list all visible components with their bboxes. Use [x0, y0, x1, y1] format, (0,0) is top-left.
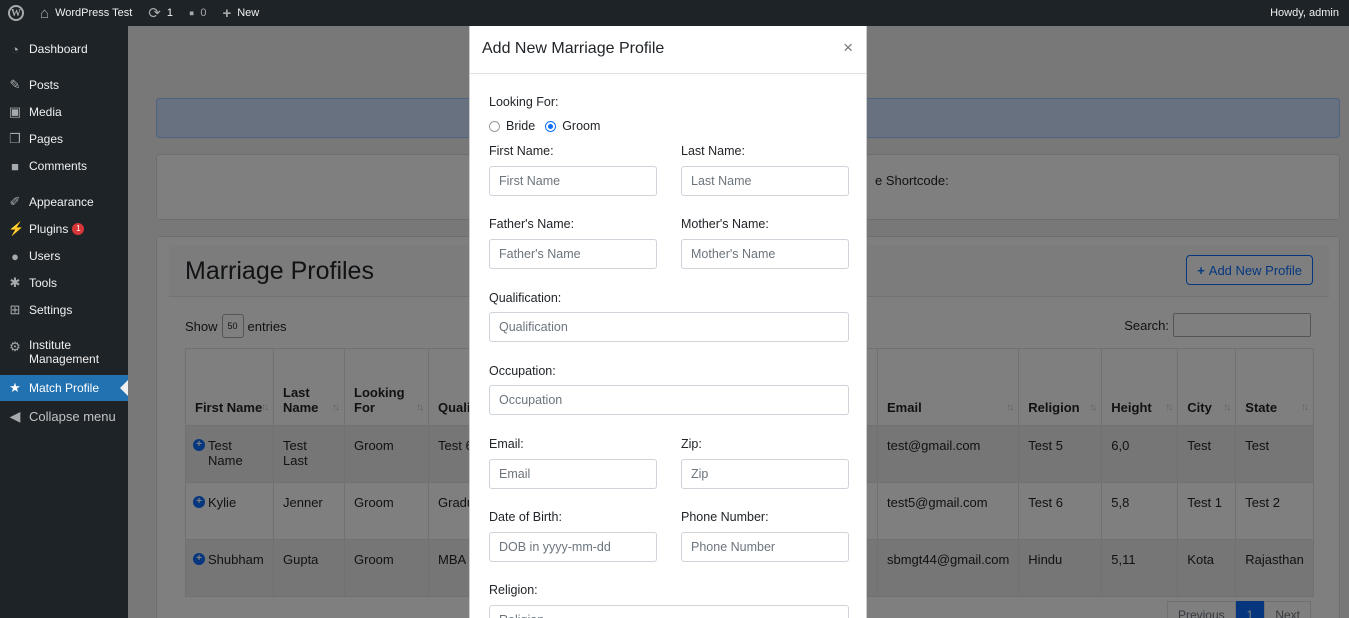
father-name-field[interactable] — [489, 239, 657, 269]
plug-icon: ⚡ — [8, 221, 25, 236]
comment-icon: ■ — [11, 158, 19, 174]
email-field[interactable] — [489, 459, 657, 489]
pages-icon: ❐ — [9, 131, 21, 146]
home-icon: ⌂ — [40, 4, 50, 22]
sidebar-item-plugins[interactable]: ⚡ Plugins 1 — [0, 218, 128, 240]
admin-sidebar: ◔ Dashboard ✎ Posts ▣ Media ❐ Pages ■ Co… — [0, 26, 128, 618]
greeting: Howdy, admin — [1270, 7, 1339, 19]
wordpress-logo-icon: W — [8, 5, 24, 21]
radio-groom-label: Groom — [562, 119, 601, 133]
sidebar-item-label: Collapse menu — [29, 408, 116, 424]
comments-count: 0 — [200, 7, 207, 19]
updates-count: 1 — [166, 7, 173, 19]
qualification-field[interactable] — [489, 312, 849, 342]
add-profile-modal: Add New Marriage Profile × Looking For: … — [469, 26, 867, 618]
religion-label: Religion: — [489, 583, 538, 597]
site-name-menu[interactable]: ⌂ WordPress Test — [32, 0, 140, 26]
sidebar-item-label: Pages — [29, 132, 64, 146]
father-name-label: Father's Name: — [489, 217, 575, 231]
collapse-menu-button[interactable]: ◀ Collapse menu — [0, 404, 128, 428]
sidebar-item-comments[interactable]: ■ Comments — [0, 155, 128, 177]
zip-field[interactable] — [681, 459, 849, 489]
new-label: New — [237, 7, 260, 19]
sidebar-item-match-profile[interactable]: ★ Match Profile — [0, 375, 128, 401]
last-name-field[interactable] — [681, 166, 849, 196]
email-label: Email: — [489, 437, 524, 451]
sidebar-item-label: Media — [29, 105, 62, 119]
radio-bride[interactable]: Bride — [489, 119, 535, 133]
phone-field[interactable] — [681, 532, 849, 562]
sidebar-item-label: Dashboard — [29, 42, 88, 56]
pin-icon: ✎ — [9, 77, 21, 92]
modal-title: Add New Marriage Profile — [482, 40, 665, 57]
sidebar-item-tools[interactable]: ✱ Tools — [0, 272, 128, 294]
sidebar-item-label: Settings — [29, 303, 73, 317]
sidebar-item-label-line2: Management — [29, 352, 100, 366]
dob-field[interactable] — [489, 532, 657, 562]
sidebar-item-label-line1: Institute — [29, 338, 72, 352]
sidebar-item-label: Comments — [29, 159, 88, 173]
updates-icon: ⟳ — [148, 4, 161, 22]
sidebar-item-settings[interactable]: ⊞ Settings — [0, 299, 128, 321]
dashboard-icon: ◔ — [11, 41, 19, 57]
comment-bubble-icon: ▪ — [189, 4, 195, 22]
wrench-icon: ✱ — [9, 275, 21, 290]
occupation-field[interactable] — [489, 385, 849, 415]
sidebar-item-appearance[interactable]: ✐ Appearance — [0, 191, 128, 213]
modal-header: Add New Marriage Profile × — [470, 26, 866, 74]
sidebar-item-label: Institute Management — [29, 338, 99, 366]
updates-menu[interactable]: ⟳ 1 — [140, 0, 181, 26]
new-content-menu[interactable]: + New — [214, 0, 267, 26]
radio-groom[interactable]: Groom — [545, 119, 600, 133]
wp-logo-menu[interactable]: W — [0, 0, 32, 26]
occupation-label: Occupation: — [489, 364, 556, 378]
religion-field[interactable] — [489, 605, 849, 618]
mother-name-field[interactable] — [681, 239, 849, 269]
plugins-update-badge: 1 — [72, 223, 85, 235]
user-icon: ● — [11, 248, 19, 264]
qualification-label: Qualification: — [489, 291, 562, 305]
media-icon: ▣ — [8, 104, 22, 119]
sidebar-item-label: Tools — [29, 276, 58, 290]
first-name-label: First Name: — [489, 144, 554, 158]
sidebar-item-pages[interactable]: ❐ Pages — [0, 128, 128, 150]
dob-label: Date of Birth: — [489, 510, 562, 524]
sidebar-item-label: Match Profile — [29, 381, 100, 395]
sidebar-item-label: Appearance — [29, 195, 94, 209]
radio-bride-label: Bride — [506, 119, 536, 133]
sidebar-item-media[interactable]: ▣ Media — [0, 101, 128, 123]
plus-icon: + — [222, 4, 232, 22]
mother-name-label: Mother's Name: — [681, 217, 769, 231]
zip-label: Zip: — [681, 437, 702, 451]
site-name: WordPress Test — [55, 7, 133, 19]
settings-icon: ⊞ — [9, 302, 21, 317]
comments-menu[interactable]: ▪ 0 — [181, 0, 214, 26]
radio-bride-input[interactable] — [489, 120, 500, 132]
gear-icon: ⚙ — [9, 339, 21, 354]
sidebar-item-users[interactable]: ● Users — [0, 245, 128, 267]
brush-icon: ✐ — [9, 194, 21, 209]
collapse-icon: ◀ — [9, 407, 21, 424]
close-icon[interactable]: × — [843, 38, 853, 58]
looking-for-radio-group: Bride Groom — [489, 119, 610, 133]
sidebar-item-dashboard[interactable]: ◔ Dashboard — [0, 38, 128, 60]
admin-bar: W ⌂ WordPress Test ⟳ 1 ▪ 0 + New Howdy, … — [0, 0, 1349, 26]
sidebar-item-institute-management[interactable]: ⚙ Institute Management — [0, 338, 128, 370]
last-name-label: Last Name: — [681, 144, 745, 158]
my-account-menu[interactable]: Howdy, admin — [1262, 0, 1349, 26]
looking-for-label: Looking For: — [489, 95, 559, 109]
phone-label: Phone Number: — [681, 510, 769, 524]
sidebar-item-label: Plugins — [29, 222, 69, 236]
first-name-field[interactable] — [489, 166, 657, 196]
radio-groom-input[interactable] — [545, 120, 557, 132]
sidebar-item-posts[interactable]: ✎ Posts — [0, 74, 128, 96]
sidebar-item-label: Posts — [29, 78, 60, 92]
star-icon: ★ — [9, 380, 21, 395]
sidebar-item-label: Users — [29, 249, 61, 263]
